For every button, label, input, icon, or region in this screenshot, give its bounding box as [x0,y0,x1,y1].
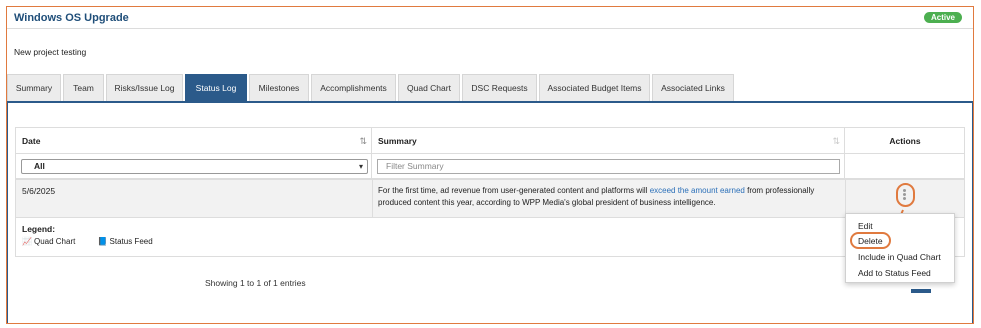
chart-icon: 📈 [22,237,32,246]
project-header: Windows OS Upgrade Active [7,7,973,29]
summary-filter-input[interactable]: Filter Summary [377,159,840,174]
status-log-panel: Date ⇅ Summary ⇅ Actions All ▾ Filter Su… [7,101,973,323]
menu-item-edit[interactable]: Edit [858,221,873,231]
column-divider [372,180,373,218]
date-filter-value: All [34,161,45,171]
column-header-date-label: Date [22,136,41,146]
tab-team[interactable]: Team [63,74,104,101]
tab-milestones[interactable]: Milestones [249,74,309,101]
tab-risks-issue-log[interactable]: Risks/Issue Log [106,74,183,101]
legend: Legend: 📈 Quad Chart 📘 Status Feed [22,224,173,246]
summary-filter-cell: Filter Summary [372,154,845,178]
actions-dropdown-menu: Edit Delete Include in Quad Chart Add to… [845,213,955,283]
menu-item-add-to-status-feed[interactable]: Add to Status Feed [858,268,931,278]
project-description: New project testing [14,47,87,57]
row-summary-link[interactable]: exceed the amount earned [650,186,745,195]
tab-associated-budget-items[interactable]: Associated Budget Items [539,74,650,101]
tab-status-log[interactable]: Status Log [185,74,247,101]
filter-row: All ▾ Filter Summary [16,154,964,180]
tab-summary[interactable]: Summary [7,74,61,101]
tab-bar: Summary Team Risks/Issue Log Status Log … [7,74,973,102]
tab-dsc-requests[interactable]: DSC Requests [462,74,537,101]
column-header-summary-label: Summary [378,136,417,146]
date-filter-cell: All ▾ [16,154,372,178]
book-icon: 📘 [97,237,108,246]
sort-icon[interactable]: ⇅ [832,128,840,154]
legend-items: 📈 Quad Chart 📘 Status Feed [22,237,173,246]
legend-item-label: Status Feed [109,237,153,246]
row-summary: For the first time, ad revenue from user… [378,185,838,209]
table-info: Showing 1 to 1 of 1 entries [205,278,306,288]
chevron-down-icon: ▾ [358,162,363,171]
project-title: Windows OS Upgrade [14,12,129,24]
project-card: Windows OS Upgrade Active New project te… [6,6,974,324]
menu-item-delete[interactable]: Delete [858,236,883,246]
kebab-icon[interactable] [902,189,907,201]
column-header-actions: Actions [845,128,965,154]
status-badge: Active [923,12,962,23]
tab-accomplishments[interactable]: Accomplishments [311,74,396,101]
column-header-summary[interactable]: Summary ⇅ [372,128,845,154]
legend-title: Legend: [22,224,56,234]
column-header-date[interactable]: Date ⇅ [16,128,372,154]
legend-item-status-feed: 📘 Status Feed [98,237,163,246]
date-filter-select[interactable]: All ▾ [21,159,368,174]
row-date: 5/6/2025 [22,186,56,196]
row-summary-text: For the first time, ad revenue from user… [378,186,650,195]
legend-item-label: Quad Chart [33,237,76,246]
legend-item-quad-chart: 📈 Quad Chart [22,237,85,246]
tab-associated-links[interactable]: Associated Links [652,74,734,101]
sort-icon[interactable]: ⇅ [359,128,367,154]
menu-item-include-in-quad-chart[interactable]: Include in Quad Chart [858,252,941,262]
status-log-table: Date ⇅ Summary ⇅ Actions All ▾ Filter Su… [15,127,965,257]
tab-quad-chart[interactable]: Quad Chart [398,74,460,101]
table-row: 5/6/2025 For the first time, ad revenue … [16,180,964,218]
pagination-current-page[interactable] [911,289,931,293]
